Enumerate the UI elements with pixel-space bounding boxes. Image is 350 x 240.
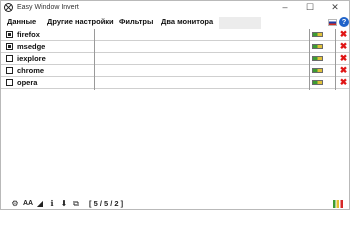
window-title: Easy Window Invert [17,4,79,11]
triangle-icon[interactable]: ◢ [35,199,45,209]
font-icon[interactable]: AA [22,199,34,209]
counter: [ 5 / 5 / 2 ] [89,199,124,208]
title-bar: Easy Window Invert – ☐ ✕ [1,1,349,15]
invert-toggle-icon[interactable] [312,32,323,37]
minimize-button[interactable]: – [273,1,297,14]
gear-icon[interactable]: ⚙ [10,199,20,209]
table-row: iexplore ✖ [1,53,349,65]
menu-bar: Данные Другие настройки Фильтры Два мони… [1,16,349,29]
menu-two-monitors[interactable]: Два монитора [161,16,213,28]
maximize-button[interactable]: ☐ [298,1,322,14]
invert-toggle-icon[interactable] [312,56,323,61]
column-divider[interactable] [94,29,95,90]
process-table: firefox ✖ msedge ✖ iexplore ✖ chrome ✖ o… [1,29,349,89]
process-name: msedge [17,42,46,51]
copy-icon[interactable]: ⧉ [71,199,81,209]
delete-icon[interactable]: ✖ [339,53,348,64]
table-row: firefox ✖ [1,29,349,41]
app-logo-icon [4,3,13,12]
color-bars-icon[interactable] [333,200,343,208]
invert-toggle-icon[interactable] [312,68,323,73]
process-checkbox[interactable] [6,31,13,38]
menu-other-settings[interactable]: Другие настройки [47,16,114,28]
process-name: firefox [17,30,40,39]
process-name: chrome [17,66,45,75]
delete-icon[interactable]: ✖ [339,77,348,88]
column-divider[interactable] [335,29,336,90]
invert-toggle-icon[interactable] [312,44,323,49]
delete-icon[interactable]: ✖ [339,41,348,52]
app-window: Easy Window Invert – ☐ ✕ Данные Другие н… [0,0,350,210]
close-button[interactable]: ✕ [323,1,347,14]
download-icon[interactable]: ⬇ [59,199,69,209]
status-bar: ⚙ AA ◢ ℹ ⬇ ⧉ [ 5 / 5 / 2 ] [1,198,349,209]
menu-spacer [219,17,261,29]
info-icon[interactable]: ℹ [47,199,57,209]
russian-flag-icon[interactable] [328,19,337,26]
help-icon[interactable]: ? [339,17,349,27]
table-row: opera ✖ [1,77,349,89]
delete-icon[interactable]: ✖ [339,29,348,40]
column-divider[interactable] [309,29,310,90]
menu-data[interactable]: Данные [7,16,36,28]
process-name: iexplore [17,54,46,63]
table-row: msedge ✖ [1,41,349,53]
process-checkbox[interactable] [6,55,13,62]
menu-filters[interactable]: Фильтры [119,16,153,28]
process-checkbox[interactable] [6,43,13,50]
delete-icon[interactable]: ✖ [339,65,348,76]
invert-toggle-icon[interactable] [312,80,323,85]
table-row: chrome ✖ [1,65,349,77]
process-checkbox[interactable] [6,67,13,74]
process-checkbox[interactable] [6,79,13,86]
process-name: opera [17,78,38,87]
